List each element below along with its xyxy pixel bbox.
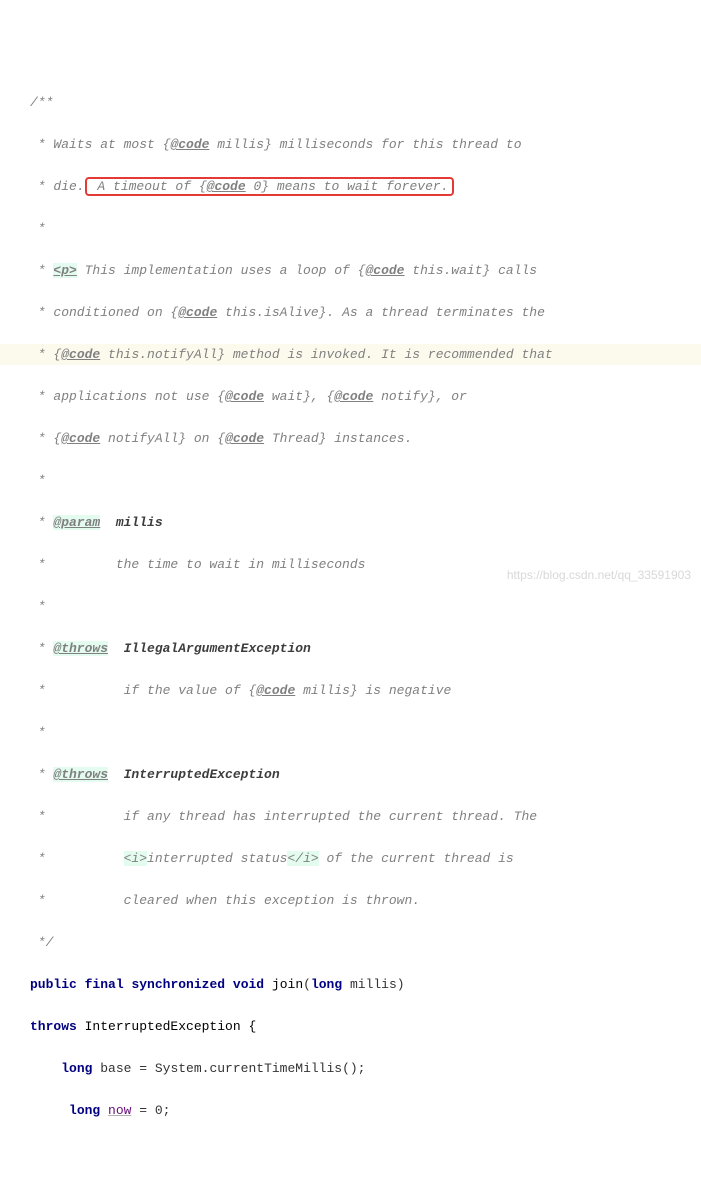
method-name: join: [272, 977, 303, 992]
i-tag-open: <i>: [124, 851, 147, 866]
code-line: *: [30, 722, 701, 743]
comment-text: * die. A timeout of {@code 0} means to w…: [30, 177, 454, 196]
highlighted-line: * {@code this.notifyAll} method is invok…: [0, 344, 701, 365]
comment-text: * cleared when this exception is thrown.: [30, 893, 420, 908]
code-line: long base = System.currentTimeMillis();: [30, 1058, 701, 1079]
keyword: long: [69, 1103, 100, 1118]
throws-tag: @throws: [53, 641, 108, 656]
code-line: * <i>interrupted status</i> of the curre…: [30, 848, 701, 869]
comment-text: * {@code notifyAll} on {@code Thread} in…: [30, 431, 412, 446]
comment-text: * applications not use {@code wait}, {@c…: [30, 389, 467, 404]
comment-text: * the time to wait in milliseconds: [30, 557, 365, 572]
keyword: final: [85, 977, 124, 992]
javadoc-tag: @code: [225, 389, 264, 404]
comment-text: * @throws InterruptedException: [30, 767, 280, 782]
code-line: *: [30, 596, 701, 617]
keyword: synchronized: [131, 977, 225, 992]
code-line: * if any thread has interrupted the curr…: [30, 806, 701, 827]
code-line: throws InterruptedException {: [30, 1016, 701, 1037]
code-line: * cleared when this exception is thrown.: [30, 890, 701, 911]
comment-text: *: [30, 221, 46, 236]
comment-text: * @param millis: [30, 515, 163, 530]
comment-text: * <i>interrupted status</i> of the curre…: [30, 851, 514, 866]
code-line: /**: [30, 92, 701, 113]
keyword: public: [30, 977, 77, 992]
code-line: * applications not use {@code wait}, {@c…: [30, 386, 701, 407]
javadoc-tag: @code: [334, 389, 373, 404]
comment-text: * Waits at most {@code millis} milliseco…: [30, 137, 522, 152]
keyword: throws: [30, 1019, 77, 1034]
javadoc-tag: @code: [61, 431, 100, 446]
comment-text: *: [30, 473, 46, 488]
javadoc-tag: @code: [225, 431, 264, 446]
keyword: void: [233, 977, 264, 992]
code-line: * @throws IllegalArgumentException: [30, 638, 701, 659]
comment-text: *: [30, 725, 46, 740]
code-line: long now = 0;: [30, 1100, 701, 1121]
param-name: millis: [116, 515, 163, 530]
code-line: * @throws InterruptedException: [30, 764, 701, 785]
comment-text: * @throws IllegalArgumentException: [30, 641, 311, 656]
p-tag: <p>: [53, 263, 76, 278]
javadoc-tag: @code: [61, 347, 100, 362]
code-line: * {@code notifyAll} on {@code Thread} in…: [30, 428, 701, 449]
comment-text: * if the value of {@code millis} is nega…: [30, 683, 451, 698]
comment-text: *: [30, 599, 46, 614]
javadoc-tag: @code: [256, 683, 295, 698]
keyword: long: [61, 1061, 92, 1076]
comment-text: * if any thread has interrupted the curr…: [30, 809, 537, 824]
exception-name: InterruptedException: [124, 767, 280, 782]
type: InterruptedException {: [77, 1019, 256, 1034]
code-line: * die. A timeout of {@code 0} means to w…: [30, 176, 701, 197]
comment-text: * {@code this.notifyAll} method is invok…: [30, 347, 553, 362]
code-line: *: [30, 470, 701, 491]
javadoc-tag: @code: [207, 179, 246, 194]
code-line: * conditioned on {@code this.isAlive}. A…: [30, 302, 701, 323]
throws-tag: @throws: [53, 767, 108, 782]
code-line: */: [30, 932, 701, 953]
highlighted-box: A timeout of {@code 0} means to wait for…: [85, 177, 454, 196]
code-line: * Waits at most {@code millis} milliseco…: [30, 134, 701, 155]
code-line: * if the value of {@code millis} is nega…: [30, 680, 701, 701]
i-tag-close: </i>: [287, 851, 318, 866]
exception-name: IllegalArgumentException: [124, 641, 311, 656]
code-line: * <p> This implementation uses a loop of…: [30, 260, 701, 281]
code-line: public final synchronized void join(long…: [30, 974, 701, 995]
param-tag: @param: [53, 515, 100, 530]
javadoc-tag: @code: [365, 263, 404, 278]
code-line: * @param millis: [30, 512, 701, 533]
keyword: long: [311, 977, 342, 992]
comment-text: * <p> This implementation uses a loop of…: [30, 263, 537, 278]
comment-text: /**: [30, 95, 53, 110]
comment-text: * conditioned on {@code this.isAlive}. A…: [30, 305, 545, 320]
variable: now: [108, 1103, 131, 1118]
javadoc-tag: @code: [178, 305, 217, 320]
code-line: *: [30, 218, 701, 239]
javadoc-tag: @code: [170, 137, 209, 152]
comment-text: */: [30, 935, 53, 950]
watermark: https://blog.csdn.net/qq_33591903: [507, 565, 691, 586]
